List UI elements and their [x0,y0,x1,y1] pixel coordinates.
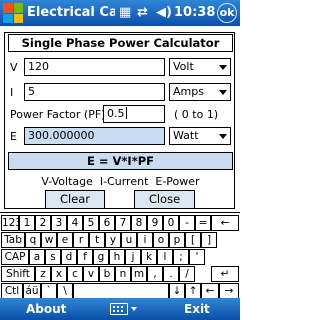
connectivity-icon[interactable]: ⇄ [137,4,148,22]
arrow-right-key[interactable]: → [219,283,239,299]
app-title: Electrical Calc [27,5,115,20]
key-v[interactable]: v [83,266,99,282]
power-factor-input[interactable]: 0.5 [103,105,165,123]
windows-logo-icon[interactable] [3,3,23,23]
key-minus[interactable]: - [179,215,195,231]
key-a[interactable]: a [29,249,45,265]
arrow-down-key[interactable]: ↓ [169,283,185,299]
key-t[interactable]: t [89,232,105,248]
voltage-unit-select[interactable]: Volt [169,58,231,76]
key-c[interactable]: c [67,266,83,282]
key-4[interactable]: 4 [67,215,83,231]
arrow-up-key[interactable]: ↑ [185,283,201,299]
backspace-key[interactable]: ← [211,215,239,231]
current-unit-value: Amps [173,85,204,98]
key-slash[interactable]: / [179,266,195,282]
key-d[interactable]: d [61,249,77,265]
ok-icon[interactable]: ok [217,3,237,23]
clock[interactable]: 10:38 [174,5,215,20]
key-backtick[interactable]: ` [41,283,57,299]
key-0[interactable]: 0 [163,215,179,231]
key-comma[interactable]: , [147,266,163,282]
voltage-unit-value: Volt [173,60,194,73]
spacebar[interactable] [73,283,169,299]
energy-unit-select[interactable]: Watt [169,127,231,145]
voltage-input[interactable]: 120 [24,58,165,76]
chevron-down-icon[interactable] [131,307,137,311]
key-q[interactable]: q [25,232,41,248]
current-unit-select[interactable]: Amps [169,83,231,101]
key-l[interactable]: l [157,249,173,265]
key-g[interactable]: g [93,249,109,265]
key-k[interactable]: k [141,249,157,265]
current-label: I [10,86,14,99]
key-o[interactable]: o [153,232,169,248]
about-menu[interactable]: About [26,302,66,316]
toolbar-icon[interactable]: ▦ [119,4,131,22]
status-bar: Electrical Calc ▦ ⇄ ◀) 10:38 ok [0,0,240,26]
key-s[interactable]: s [45,249,61,265]
arrow-left-key[interactable]: ← [201,283,219,299]
key-r[interactable]: r [73,232,89,248]
key-i[interactable]: i [137,232,153,248]
key-equals[interactable]: = [195,215,211,231]
energy-output: 300.000000 [24,127,165,145]
key-accents[interactable]: áü [23,283,41,299]
key-j[interactable]: j [125,249,141,265]
key-w[interactable]: w [41,232,57,248]
energy-unit-value: Watt [173,129,199,142]
keyboard-icon[interactable] [110,303,128,315]
clear-button[interactable]: Clear [45,190,105,209]
key-3[interactable]: 3 [51,215,67,231]
voltage-label: V [10,61,18,74]
key-semicolon[interactable]: ; [173,249,189,265]
key-z[interactable]: z [35,266,51,282]
key-backslash[interactable]: \ [57,283,73,299]
key-p[interactable]: p [169,232,185,248]
key-5[interactable]: 5 [83,215,99,231]
key-m[interactable]: m [131,266,147,282]
chevron-down-icon [219,134,227,139]
legend-text: V-Voltage I-Current E-Power [41,175,200,188]
key-h[interactable]: h [109,249,125,265]
key-f[interactable]: f [77,249,93,265]
key-e[interactable]: e [57,232,73,248]
power-factor-label: Power Factor (PF) [10,108,106,121]
key-123[interactable]: 123 [1,215,22,231]
key-9[interactable]: 9 [147,215,163,231]
chevron-down-icon [219,65,227,70]
key-caps[interactable]: CAP [1,249,29,265]
key-u[interactable]: u [121,232,137,248]
key-ctrl[interactable]: Ctl [1,283,23,299]
key-2[interactable]: 2 [35,215,51,231]
key-n[interactable]: n [115,266,131,282]
key-left-bracket[interactable]: [ [185,232,201,248]
key-y[interactable]: y [105,232,121,248]
chevron-down-icon [219,90,227,95]
key-shift[interactable]: Shift [1,266,35,282]
close-button[interactable]: Close [134,190,195,209]
volume-icon[interactable]: ◀) [156,4,172,22]
exit-menu[interactable]: Exit [184,302,210,316]
text-caret [125,107,127,119]
current-input[interactable]: 5 [24,83,165,101]
key-apostrophe[interactable]: ' [189,249,205,265]
panel-title: Single Phase Power Calculator [8,34,233,52]
formula-banner: E = V*I*PF [8,152,233,170]
key-b[interactable]: b [99,266,115,282]
key-7[interactable]: 7 [115,215,131,231]
key-period[interactable]: . [163,266,179,282]
key-tab[interactable]: Tab [1,232,25,248]
key-8[interactable]: 8 [131,215,147,231]
soft-keyboard: 123 1 2 3 4 5 6 7 8 9 0 - = ← Tab q w e … [0,212,240,299]
menu-bar: About Exit [0,298,240,320]
enter-key[interactable]: ↵ [211,266,239,282]
energy-label: E [10,130,17,143]
key-1[interactable]: 1 [19,215,35,231]
power-factor-range: ( 0 to 1) [174,108,219,121]
key-right-bracket[interactable]: ] [201,232,217,248]
power-factor-value: 0.5 [107,107,125,120]
key-6[interactable]: 6 [99,215,115,231]
key-x[interactable]: x [51,266,67,282]
